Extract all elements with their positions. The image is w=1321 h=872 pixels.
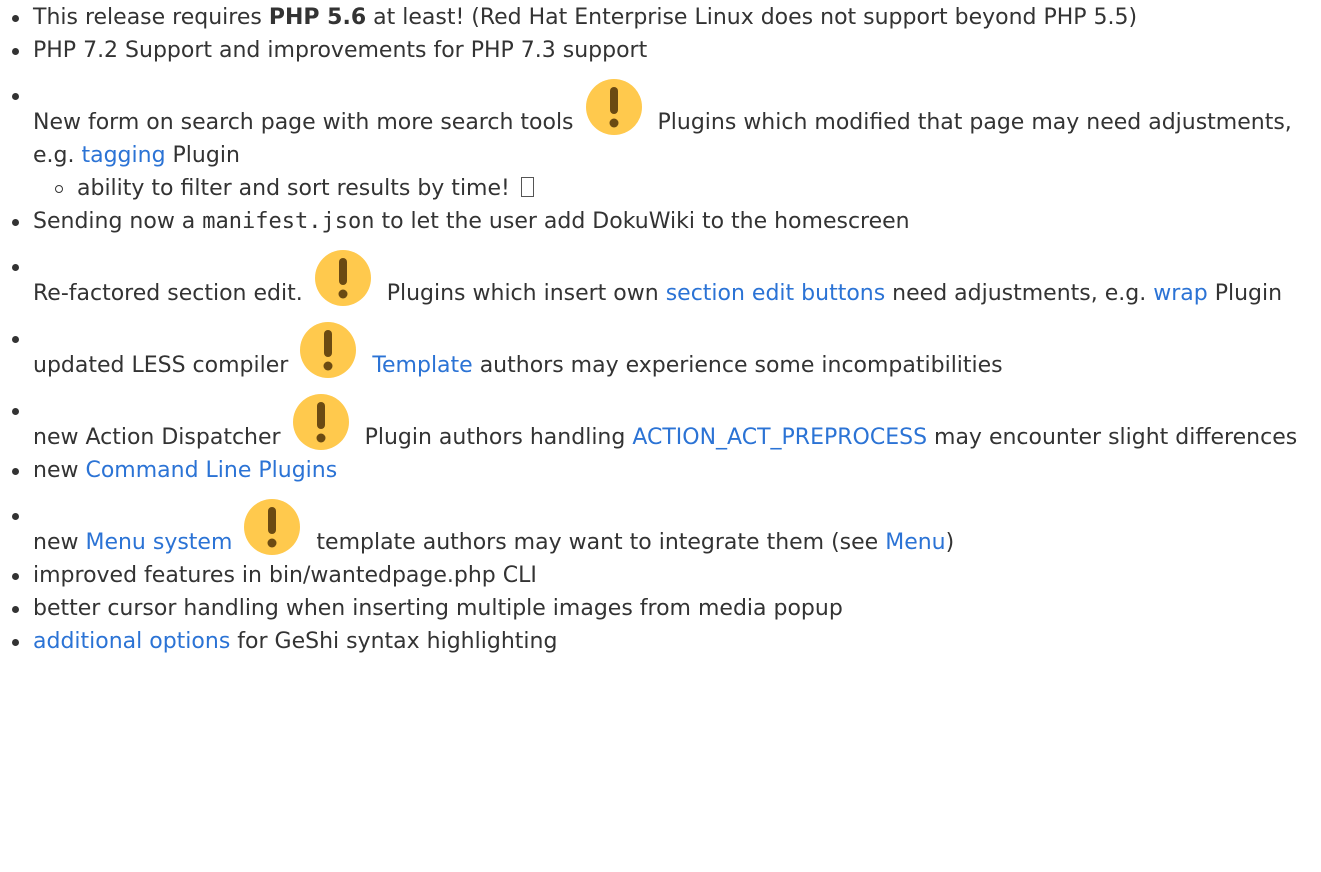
cursor-text: better cursor handling when inserting mu… <box>33 596 843 621</box>
manifest-code: manifest.json <box>202 209 375 234</box>
menu-link[interactable]: Menu <box>885 530 945 555</box>
section-edit-text-pre: Re-factored section edit. <box>33 281 303 306</box>
missing-glyph-icon <box>520 177 534 197</box>
less-text-post: authors may experience some incompatibil… <box>472 353 1003 378</box>
manifest-text-post: to let the user add DokuWiki to the home… <box>374 209 910 234</box>
section-edit-text-mid: Plugins which insert own <box>386 281 666 306</box>
search-text-post: Plugin <box>165 143 240 168</box>
additional-options-link[interactable]: additional options <box>33 629 230 654</box>
changelog-list-container: This release requires PHP 5.6 at least! … <box>0 0 1321 658</box>
manifest-text-pre: Sending now a <box>33 209 203 234</box>
list-item-menu-system: new Menu system template authors may want… <box>0 499 1321 559</box>
sublist-item-filter-sort: ability to filter and sort results by ti… <box>0 172 1321 205</box>
list-item-search-form: New form on search page with more search… <box>0 79 1321 205</box>
php56-version-bold: PHP 5.6 <box>268 5 367 30</box>
tagging-link[interactable]: tagging <box>81 143 165 168</box>
menu-system-link[interactable]: Menu system <box>85 530 232 555</box>
menu-text-mid: template authors may want to integrate t… <box>316 530 886 555</box>
warning-icon <box>314 250 371 306</box>
list-item-wantedpage: improved features in bin/wantedpage.php … <box>0 559 1321 592</box>
php56-text-post: at least! (Red Hat Enterprise Linux does… <box>366 5 1138 30</box>
warning-icon <box>292 394 349 450</box>
template-link[interactable]: Template <box>372 353 472 378</box>
dispatcher-text-pre: new Action Dispatcher <box>33 425 281 450</box>
section-edit-buttons-link[interactable]: section edit buttons <box>666 281 885 306</box>
list-item-php56: This release requires PHP 5.6 at least! … <box>0 1 1321 34</box>
list-item-less-compiler: updated LESS compiler Template authors ma… <box>0 322 1321 382</box>
geshi-text-post: for GeShi syntax highlighting <box>230 629 558 654</box>
warning-icon <box>300 322 357 378</box>
changelog-list: This release requires PHP 5.6 at least! … <box>0 1 1321 658</box>
menu-text-post: ) <box>945 530 955 555</box>
list-item-cli-plugins: new Command Line Plugins <box>0 454 1321 487</box>
section-edit-text-mid2: need adjustments, e.g. <box>885 281 1154 306</box>
wantedpage-text: improved features in bin/wantedpage.php … <box>33 563 537 588</box>
filter-sort-text: ability to filter and sort results by ti… <box>77 176 517 201</box>
search-sublist: ability to filter and sort results by ti… <box>0 172 1321 205</box>
command-line-plugins-link[interactable]: Command Line Plugins <box>85 458 337 483</box>
dispatcher-text-post: may encounter slight differences <box>927 425 1298 450</box>
less-text-pre: updated LESS compiler <box>33 353 289 378</box>
wrap-link[interactable]: wrap <box>1153 281 1207 306</box>
menu-text-pre: new <box>33 530 86 555</box>
php72-text: PHP 7.2 Support and improvements for PHP… <box>33 38 648 63</box>
warning-icon <box>585 79 642 135</box>
action-act-preprocess-link[interactable]: ACTION_ACT_PREPROCESS <box>632 425 927 450</box>
php56-text-pre: This release requires <box>33 5 269 30</box>
list-item-manifest: Sending now a manifest.json to let the u… <box>0 205 1321 238</box>
search-text-pre: New form on search page with more search… <box>33 110 574 135</box>
cli-text-pre: new <box>33 458 86 483</box>
dispatcher-text-mid: Plugin authors handling <box>364 425 633 450</box>
list-item-action-dispatcher: new Action Dispatcher Plugin authors hand… <box>0 394 1321 454</box>
list-item-php72: PHP 7.2 Support and improvements for PHP… <box>0 34 1321 67</box>
list-item-cursor-handling: better cursor handling when inserting mu… <box>0 592 1321 625</box>
section-edit-text-post: Plugin <box>1207 281 1283 306</box>
list-item-section-edit: Re-factored section edit. Plugins which i… <box>0 250 1321 310</box>
list-item-geshi: additional options for GeShi syntax high… <box>0 625 1321 658</box>
warning-icon <box>244 499 301 555</box>
